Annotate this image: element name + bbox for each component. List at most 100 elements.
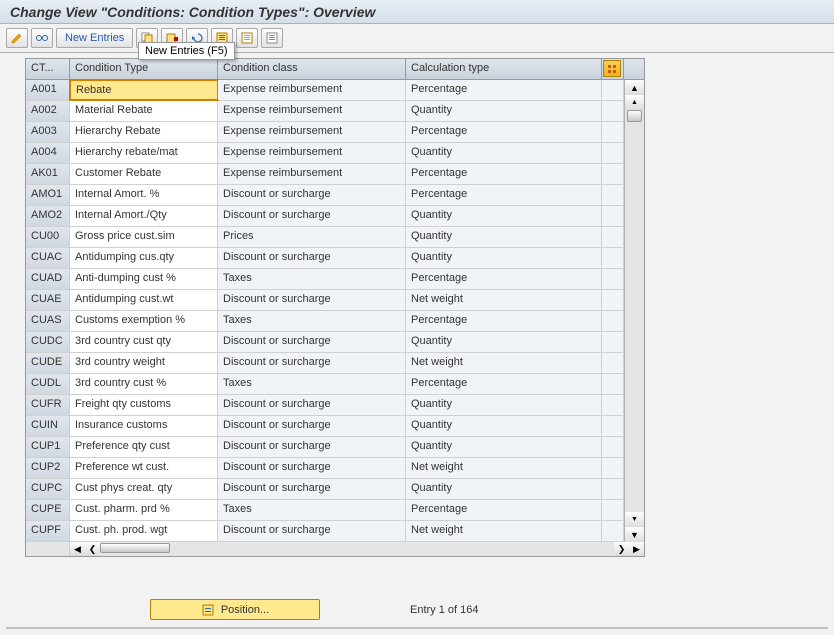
cell-condition-type[interactable]: 3rd country weight <box>70 353 218 373</box>
cell-condition-type[interactable]: Antidumping cus.qty <box>70 248 218 268</box>
cell-calculation-type[interactable]: Quantity <box>406 101 602 121</box>
cell-ct[interactable]: A004 <box>26 143 70 163</box>
table-row[interactable]: CUDC3rd country cust qtyDiscount or surc… <box>26 332 644 353</box>
cell-condition-type[interactable]: Anti-dumping cust % <box>70 269 218 289</box>
cell-calculation-type[interactable]: Quantity <box>406 395 602 415</box>
cell-condition-class[interactable]: Expense reimbursement <box>218 143 406 163</box>
cell-ct[interactable]: CUPF <box>26 521 70 541</box>
table-row[interactable]: AK01Customer RebateExpense reimbursement… <box>26 164 644 185</box>
table-row[interactable]: CUP2Preference wt cust.Discount or surch… <box>26 458 644 479</box>
table-row[interactable]: CUP1Preference qty custDiscount or surch… <box>26 437 644 458</box>
cell-calculation-type[interactable]: Quantity <box>406 143 602 163</box>
cell-condition-class[interactable]: Discount or surcharge <box>218 479 406 499</box>
hscroll-right[interactable]: ▶ <box>629 542 644 556</box>
cell-condition-class[interactable]: Taxes <box>218 311 406 331</box>
table-row[interactable]: AMO1Internal Amort. %Discount or surchar… <box>26 185 644 206</box>
cell-condition-type[interactable]: 3rd country cust % <box>70 374 218 394</box>
cell-ct[interactable]: CUPC <box>26 479 70 499</box>
new-entries-button[interactable]: New Entries <box>56 28 133 48</box>
position-button[interactable]: Position... <box>150 599 320 620</box>
cell-ct[interactable]: CU00 <box>26 227 70 247</box>
table-row[interactable]: CUPECust. pharm. prd %TaxesPercentage <box>26 500 644 521</box>
cell-condition-type[interactable]: Material Rebate <box>70 101 218 121</box>
cell-condition-class[interactable]: Discount or surcharge <box>218 437 406 457</box>
cell-calculation-type[interactable]: Net weight <box>406 353 602 373</box>
cell-calculation-type[interactable]: Quantity <box>406 227 602 247</box>
cell-condition-type[interactable]: Cust phys creat. qty <box>70 479 218 499</box>
table-row[interactable]: CUDL3rd country cust %TaxesPercentage <box>26 374 644 395</box>
cell-calculation-type[interactable]: Percentage <box>406 374 602 394</box>
cell-condition-class[interactable]: Prices <box>218 227 406 247</box>
cell-ct[interactable]: CUDC <box>26 332 70 352</box>
table-row[interactable]: CUACAntidumping cus.qtyDiscount or surch… <box>26 248 644 269</box>
cell-condition-class[interactable]: Discount or surcharge <box>218 395 406 415</box>
cell-condition-type[interactable]: Internal Amort. % <box>70 185 218 205</box>
cell-ct[interactable]: CUAS <box>26 311 70 331</box>
cell-condition-class[interactable]: Expense reimbursement <box>218 164 406 184</box>
cell-condition-class[interactable]: Discount or surcharge <box>218 353 406 373</box>
cell-condition-type[interactable]: Hierarchy Rebate <box>70 122 218 142</box>
cell-condition-class[interactable]: Discount or surcharge <box>218 521 406 541</box>
cell-condition-class[interactable]: Discount or surcharge <box>218 185 406 205</box>
cell-ct[interactable]: A001 <box>26 80 70 100</box>
cell-ct[interactable]: AMO2 <box>26 206 70 226</box>
cell-condition-type[interactable]: Cust. pharm. prd % <box>70 500 218 520</box>
table-row[interactable]: CUPCCust phys creat. qtyDiscount or surc… <box>26 479 644 500</box>
cell-calculation-type[interactable]: Percentage <box>406 164 602 184</box>
cell-calculation-type[interactable]: Percentage <box>406 311 602 331</box>
hscroll-step-right[interactable]: ❯ <box>614 542 629 556</box>
cell-calculation-type[interactable]: Quantity <box>406 479 602 499</box>
cell-condition-type[interactable]: Freight qty customs <box>70 395 218 415</box>
cell-condition-class[interactable]: Discount or surcharge <box>218 458 406 478</box>
cell-condition-type[interactable]: Preference qty cust <box>70 437 218 457</box>
cell-calculation-type[interactable]: Percentage <box>406 500 602 520</box>
table-row[interactable]: AMO2Internal Amort./QtyDiscount or surch… <box>26 206 644 227</box>
cell-condition-class[interactable]: Discount or surcharge <box>218 332 406 352</box>
cell-condition-class[interactable]: Discount or surcharge <box>218 206 406 226</box>
hscroll-track[interactable] <box>100 542 230 556</box>
cell-condition-class[interactable]: Expense reimbursement <box>218 80 406 100</box>
cell-calculation-type[interactable]: Quantity <box>406 332 602 352</box>
col-header-condition-type[interactable]: Condition Type <box>70 59 218 79</box>
vscroll-up[interactable]: ▲ <box>625 80 644 95</box>
table-row[interactable]: CUINInsurance customsDiscount or surchar… <box>26 416 644 437</box>
hscroll-left[interactable]: ◀ <box>70 542 85 556</box>
vscroll-track[interactable] <box>625 110 644 512</box>
hscroll-thumb[interactable] <box>100 543 170 553</box>
cell-calculation-type[interactable]: Net weight <box>406 290 602 310</box>
cell-ct[interactable]: A002 <box>26 101 70 121</box>
cell-condition-type[interactable]: Gross price cust.sim <box>70 227 218 247</box>
cell-ct[interactable]: CUDE <box>26 353 70 373</box>
table-row[interactable]: CUFRFreight qty customsDiscount or surch… <box>26 395 644 416</box>
cell-calculation-type[interactable]: Net weight <box>406 458 602 478</box>
cell-ct[interactable]: CUIN <box>26 416 70 436</box>
vscroll-thumb[interactable] <box>627 110 642 122</box>
cell-condition-type[interactable]: Rebate <box>70 80 218 100</box>
table-row[interactable]: A004Hierarchy rebate/matExpense reimburs… <box>26 143 644 164</box>
table-row[interactable]: CUDE3rd country weightDiscount or surcha… <box>26 353 644 374</box>
cell-condition-type[interactable]: Hierarchy rebate/mat <box>70 143 218 163</box>
cell-condition-class[interactable]: Discount or surcharge <box>218 416 406 436</box>
col-header-settings[interactable] <box>602 59 624 79</box>
cell-condition-class[interactable]: Taxes <box>218 374 406 394</box>
cell-ct[interactable]: CUAE <box>26 290 70 310</box>
cell-calculation-type[interactable]: Net weight <box>406 521 602 541</box>
select-block-button[interactable] <box>236 28 258 48</box>
toggle-change-button[interactable] <box>6 28 28 48</box>
cell-condition-type[interactable]: Antidumping cust.wt <box>70 290 218 310</box>
col-header-ct[interactable]: CT... <box>26 59 70 79</box>
cell-condition-type[interactable]: Customer Rebate <box>70 164 218 184</box>
cell-condition-class[interactable]: Expense reimbursement <box>218 122 406 142</box>
cell-ct[interactable]: CUDL <box>26 374 70 394</box>
table-row[interactable]: CUADAnti-dumping cust %TaxesPercentage <box>26 269 644 290</box>
table-row[interactable]: CUASCustoms exemption %TaxesPercentage <box>26 311 644 332</box>
cell-calculation-type[interactable]: Percentage <box>406 269 602 289</box>
cell-condition-type[interactable]: Internal Amort./Qty <box>70 206 218 226</box>
details-button[interactable] <box>31 28 53 48</box>
hscroll-step-left[interactable]: ❮ <box>85 542 100 556</box>
cell-ct[interactable]: CUFR <box>26 395 70 415</box>
cell-condition-class[interactable]: Taxes <box>218 269 406 289</box>
table-row[interactable]: CU00Gross price cust.simPricesQuantity <box>26 227 644 248</box>
deselect-all-button[interactable] <box>261 28 283 48</box>
vscroll-step-up[interactable]: ▲ <box>625 95 644 110</box>
